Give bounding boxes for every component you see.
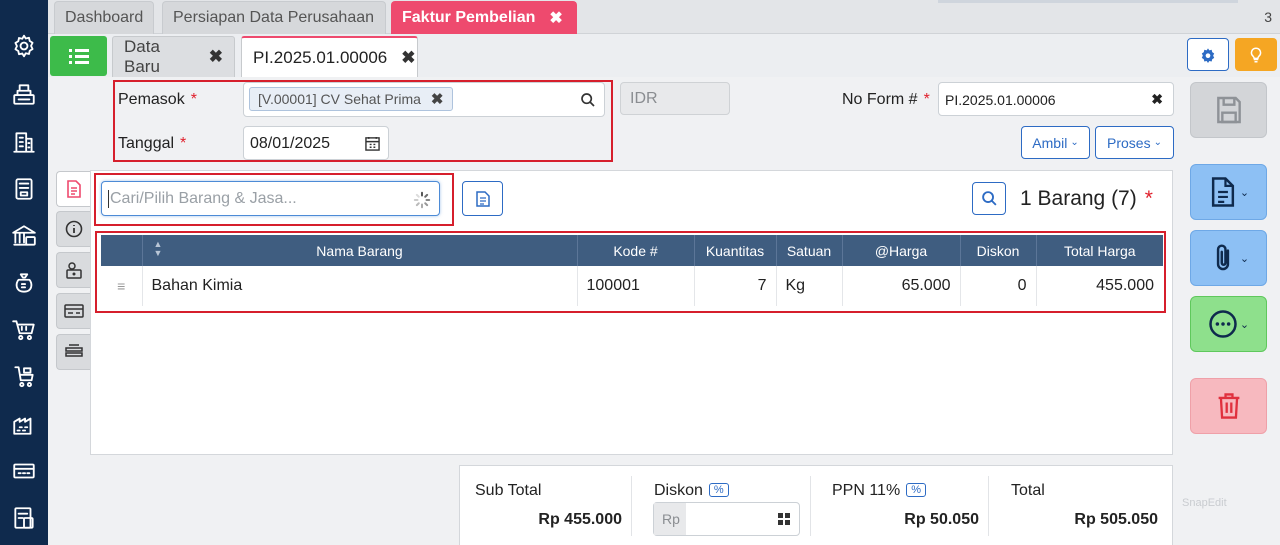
tab-new-data[interactable]: Data Baru ✖ xyxy=(112,36,235,77)
paperclip-icon xyxy=(1216,244,1230,271)
settings-button[interactable] xyxy=(1187,38,1229,71)
tab-label: PI.2025.01.00006 xyxy=(253,47,388,67)
tab-invoice-number[interactable]: PI.2025.01.00006 ✖ xyxy=(241,36,418,77)
watermark: SnapEdit xyxy=(1182,497,1227,509)
highlight-box xyxy=(113,80,613,162)
more-actions-button[interactable]: ⌄ xyxy=(1190,296,1267,352)
money-icon xyxy=(65,262,82,279)
bank-icon[interactable] xyxy=(8,220,40,252)
clear-icon[interactable]: ✖ xyxy=(1151,91,1163,108)
proses-button[interactable]: Proses ⌄ xyxy=(1095,126,1174,159)
trash-icon xyxy=(1218,393,1239,419)
total-value: Rp 505.050 xyxy=(1074,511,1158,528)
list-view-button[interactable] xyxy=(50,36,107,76)
tips-button[interactable] xyxy=(1235,38,1277,71)
attachment-button[interactable]: ⌄ xyxy=(1190,230,1267,286)
cashier-icon[interactable] xyxy=(8,78,40,110)
subtotal-section: Sub Total Rp 455.000 xyxy=(460,466,632,545)
chevron-down-icon: ⌄ xyxy=(1153,137,1162,148)
tab-label: Data Baru xyxy=(124,37,160,76)
discount-percent-toggle[interactable]: % xyxy=(708,483,729,497)
close-icon[interactable]: ✖ xyxy=(549,8,562,28)
factory-icon[interactable] xyxy=(8,455,40,487)
subtotal-label: Sub Total xyxy=(475,482,542,499)
search-button[interactable] xyxy=(972,182,1006,215)
document-menu-button[interactable]: ⌄ xyxy=(1190,164,1267,220)
save-icon xyxy=(1216,96,1241,124)
tab-receipt[interactable] xyxy=(56,293,90,329)
left-navigation xyxy=(0,0,48,545)
settings-icon[interactable] xyxy=(8,30,40,62)
stack-icon xyxy=(64,344,83,357)
total-label: Total xyxy=(1011,482,1045,499)
tab-company-setup[interactable]: Persiapan Data Perusahaan xyxy=(162,1,386,34)
tax-report-icon[interactable] xyxy=(8,502,40,534)
tab-label: Faktur Pembelian xyxy=(402,9,536,26)
receipt-icon xyxy=(63,304,84,318)
ppn-label: PPN 11%% xyxy=(832,482,926,500)
currency-prefix: Rp xyxy=(654,503,686,535)
calculator-icon[interactable] xyxy=(777,512,791,526)
tab-purchase-invoice[interactable]: Faktur Pembelian ✖ xyxy=(391,1,577,34)
tab-shipping[interactable] xyxy=(56,334,90,370)
chevron-down-icon: ⌄ xyxy=(1070,137,1079,148)
form-tab-bar: Data Baru ✖ PI.2025.01.00006 ✖ xyxy=(48,34,1280,77)
highlight-box xyxy=(95,231,1166,313)
discount-section: Diskon% Rp xyxy=(632,466,810,545)
ppn-percent-toggle[interactable]: % xyxy=(906,483,926,497)
shopping-cart-icon[interactable] xyxy=(8,314,40,346)
ambil-button[interactable]: Ambil ⌄ xyxy=(1021,126,1090,159)
close-icon[interactable]: ✖ xyxy=(209,47,223,67)
total-section: Total Rp 505.050 xyxy=(989,466,1173,545)
tab-details[interactable] xyxy=(56,171,90,207)
tab-dashboard[interactable]: Dashboard xyxy=(54,1,154,34)
document-icon xyxy=(1211,177,1234,207)
currency-field: IDR xyxy=(620,82,730,115)
chevron-down-icon: ⌄ xyxy=(1239,252,1250,265)
item-count: 1 Barang (7) * xyxy=(1020,187,1153,210)
search-icon xyxy=(981,191,997,206)
discount-input[interactable]: Rp xyxy=(653,502,800,536)
tab-payment[interactable] xyxy=(56,252,90,288)
chevron-down-icon: ⌄ xyxy=(1239,318,1250,331)
ledger-icon[interactable] xyxy=(8,173,40,205)
subtotal-value: Rp 455.000 xyxy=(538,511,622,528)
summary-panel: Sub Total Rp 455.000 Diskon% Rp PPN 11%%… xyxy=(459,465,1173,545)
highlight-box xyxy=(94,173,454,226)
form-no-label: No Form # * xyxy=(842,91,930,108)
list-icon xyxy=(68,49,89,64)
tab-label: Dashboard xyxy=(65,9,144,26)
document-icon xyxy=(475,190,490,207)
lightbulb-icon xyxy=(1250,46,1262,62)
document-icon xyxy=(66,180,81,198)
warehouse-icon[interactable] xyxy=(8,408,40,440)
form-no-input[interactable]: PI.2025.01.00006 ✖ xyxy=(938,82,1174,116)
close-icon[interactable]: ✖ xyxy=(401,48,415,68)
notes-button[interactable] xyxy=(462,181,503,216)
delete-button[interactable] xyxy=(1190,378,1267,434)
gear-icon xyxy=(1201,47,1215,63)
info-icon xyxy=(65,220,82,238)
tab-count[interactable]: 3 xyxy=(1264,9,1272,25)
money-bag-icon[interactable] xyxy=(8,267,40,299)
tab-info[interactable] xyxy=(56,211,90,247)
top-tab-bar: Dashboard Persiapan Data Perusahaan Fakt… xyxy=(48,0,1280,34)
chevron-down-icon: ⌄ xyxy=(1239,186,1250,199)
tab-label: Persiapan Data Perusahaan xyxy=(173,9,375,26)
save-button[interactable] xyxy=(1190,82,1267,138)
discount-label: Diskon% xyxy=(654,482,729,500)
more-icon xyxy=(1209,310,1237,338)
ppn-section: PPN 11%% Rp 50.050 xyxy=(811,466,988,545)
cart-return-icon[interactable] xyxy=(8,361,40,393)
ppn-value: Rp 50.050 xyxy=(904,511,979,528)
top-strip xyxy=(938,0,1238,3)
company-icon[interactable] xyxy=(8,126,40,158)
